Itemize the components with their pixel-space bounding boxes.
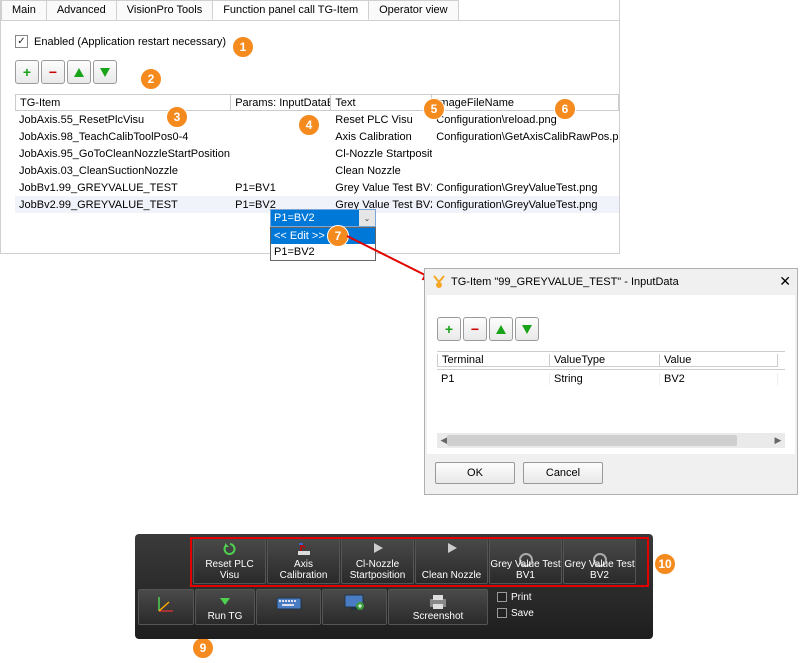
- callout: 9: [192, 637, 214, 659]
- col-terminal[interactable]: Terminal: [437, 354, 550, 367]
- popup-add-button[interactable]: +: [437, 317, 461, 341]
- play-icon: [371, 542, 385, 556]
- axis-icon: [156, 594, 176, 617]
- keyboard-icon: [276, 594, 302, 613]
- fn-grey-bv2[interactable]: Grey Value Test BV2: [563, 537, 636, 584]
- run-tg-button[interactable]: Run TG: [195, 589, 255, 625]
- enabled-label: Enabled (Application restart necessary): [34, 36, 226, 48]
- screenshot-button[interactable]: Screenshot: [388, 589, 488, 625]
- printer-icon: [428, 594, 448, 613]
- monitor-icon: [344, 594, 366, 615]
- tg-item-table: TG-Item Params: InputDataBlock... Text I…: [15, 94, 619, 213]
- tab-advanced[interactable]: Advanced: [46, 0, 117, 20]
- table-row[interactable]: JobBv1.99_GREYVALUE_TESTP1=BV1Grey Value…: [15, 179, 619, 196]
- chevron-down-icon: ⌄: [359, 210, 375, 226]
- run-icon: [218, 594, 232, 611]
- col-value[interactable]: Value: [660, 354, 778, 367]
- table-row[interactable]: JobAxis.95_GoToCleanNozzleStartPositionC…: [15, 145, 619, 162]
- operator-toolbar: Reset PLC Visu Axis Calibration Cl-Nozzl…: [135, 534, 653, 639]
- callout: 1: [232, 36, 254, 58]
- fn-cl-nozzle[interactable]: Cl-Nozzle Startposition: [341, 537, 414, 584]
- ok-button[interactable]: OK: [435, 462, 515, 484]
- dropdown-item-edit[interactable]: << Edit >>: [271, 228, 375, 244]
- tab-visionpro[interactable]: VisionPro Tools: [116, 0, 213, 20]
- reload-icon: [223, 542, 237, 556]
- col-valuetype[interactable]: ValueType: [550, 354, 660, 367]
- callout: 5: [423, 98, 445, 120]
- callout: 2: [140, 68, 162, 90]
- enabled-checkbox[interactable]: ✓: [15, 35, 28, 48]
- table-row[interactable]: P1 String BV2: [437, 370, 785, 388]
- fn-axis-calib[interactable]: Axis Calibration: [267, 537, 340, 584]
- col-image[interactable]: ImageFileName: [432, 94, 619, 111]
- move-up-button[interactable]: [67, 60, 91, 84]
- monitor-button[interactable]: [322, 589, 387, 625]
- h-scrollbar[interactable]: ◀ ▶: [437, 433, 785, 448]
- dialog-title: TG-Item "99_GREYVALUE_TEST" - InputData: [451, 276, 679, 288]
- callout: 4: [298, 114, 320, 136]
- app-icon: [431, 274, 447, 290]
- dropdown-item[interactable]: P1=BV2: [271, 244, 375, 260]
- calib-icon: [297, 542, 311, 556]
- col-params[interactable]: Params: InputDataBlock...: [231, 94, 331, 111]
- popup-move-up-button[interactable]: [489, 317, 513, 341]
- arrow-down-icon: [100, 68, 110, 77]
- fn-clean-nozzle[interactable]: Clean Nozzle: [415, 537, 488, 584]
- col-tg-item[interactable]: TG-Item: [15, 94, 231, 111]
- close-icon[interactable]: ✕: [779, 273, 791, 290]
- keyboard-button[interactable]: [256, 589, 321, 625]
- tab-function-panel[interactable]: Function panel call TG-Item: [212, 0, 369, 20]
- col-text[interactable]: Text: [331, 94, 432, 111]
- save-checkbox[interactable]: Save: [497, 605, 534, 621]
- callout: 10: [654, 553, 676, 575]
- tab-main[interactable]: Main: [1, 0, 47, 20]
- fn-grey-bv1[interactable]: Grey Value Test BV1: [489, 537, 562, 584]
- tab-operator-view[interactable]: Operator view: [368, 0, 458, 20]
- play-icon: [445, 542, 459, 556]
- move-down-button[interactable]: [93, 60, 117, 84]
- callout: 7: [327, 225, 349, 247]
- toolbar: + −: [15, 60, 619, 84]
- callout: 6: [554, 98, 576, 120]
- axis-button[interactable]: [138, 589, 194, 625]
- table-row[interactable]: JobAxis.03_CleanSuctionNozzleClean Nozzl…: [15, 162, 619, 179]
- arrow-up-icon: [496, 325, 506, 334]
- popup-remove-button[interactable]: −: [463, 317, 487, 341]
- fn-reset-plc[interactable]: Reset PLC Visu: [193, 537, 266, 584]
- inputdata-dialog: TG-Item "99_GREYVALUE_TEST" - InputData …: [424, 268, 798, 495]
- arrow-down-icon: [522, 325, 532, 334]
- print-checkbox[interactable]: Print: [497, 589, 534, 605]
- callout: 3: [166, 106, 188, 128]
- inputdata-table: Terminal ValueType Value P1 String BV2: [437, 351, 785, 388]
- popup-move-down-button[interactable]: [515, 317, 539, 341]
- scroll-thumb[interactable]: [447, 435, 737, 446]
- tab-strip: Main Advanced VisionPro Tools Function p…: [1, 0, 619, 21]
- scroll-right-icon[interactable]: ▶: [771, 433, 785, 448]
- cancel-button[interactable]: Cancel: [523, 462, 603, 484]
- add-button[interactable]: +: [15, 60, 39, 84]
- arrow-up-icon: [74, 68, 84, 77]
- params-dropdown-input[interactable]: P1=BV2 ⌄: [270, 209, 376, 227]
- params-dropdown: P1=BV2 ⌄ << Edit >> P1=BV2: [270, 209, 376, 261]
- remove-button[interactable]: −: [41, 60, 65, 84]
